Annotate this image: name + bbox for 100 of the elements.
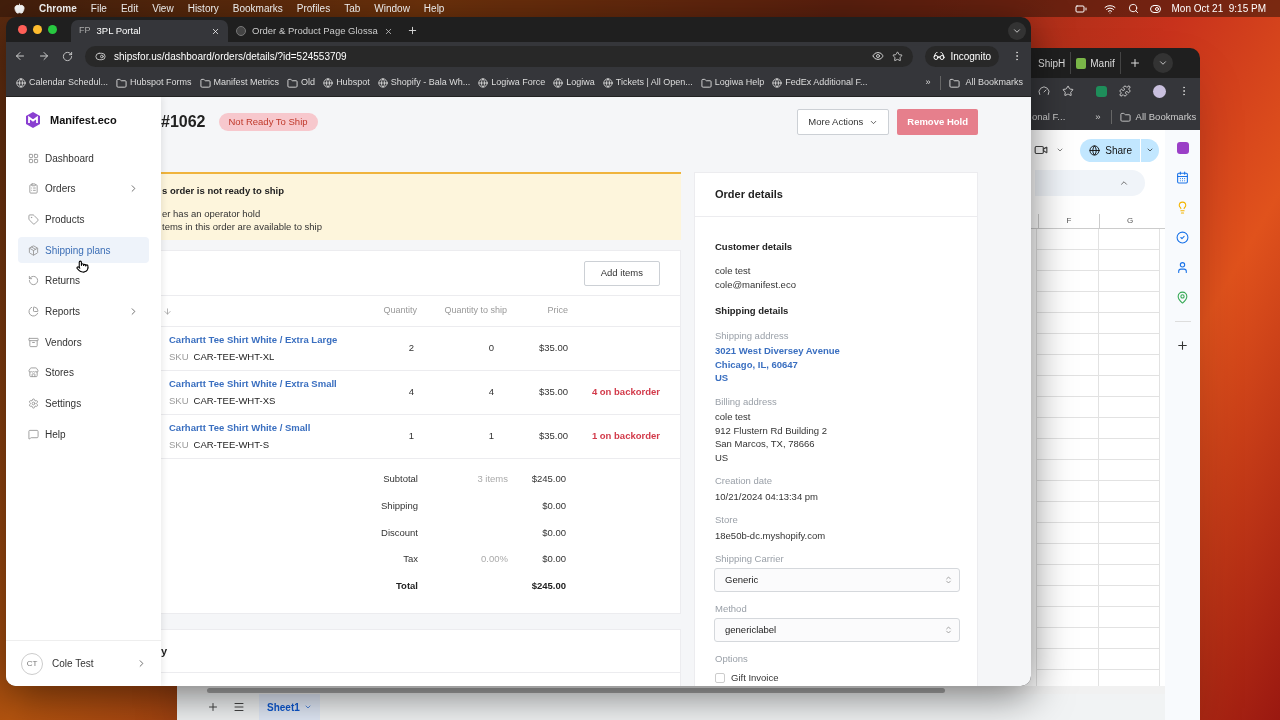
bookmark[interactable]: Shopify - Bala Wh... [377, 76, 471, 90]
field-value: 10/21/2024 04:13:34 pm [715, 489, 818, 503]
control-center-icon[interactable] [1148, 2, 1162, 15]
calendar-icon[interactable] [1176, 171, 1189, 184]
clock[interactable]: Mon Oct 21 9:15 PM [1171, 1, 1266, 16]
brand-name[interactable]: Manifest.eco [50, 111, 117, 129]
video-call-icon[interactable] [1034, 143, 1049, 157]
browser-tab[interactable]: FP 3PL Portal [71, 20, 228, 42]
bookmark[interactable]: Hubspot [323, 76, 370, 90]
contacts-icon[interactable] [1176, 261, 1189, 274]
column-header[interactable]: F [1038, 214, 1099, 228]
apple-icon[interactable] [14, 3, 25, 14]
all-bookmarks[interactable]: All Bookmarks [965, 76, 1023, 90]
gauge-icon[interactable] [1038, 85, 1050, 97]
nav-item[interactable]: Settings [18, 390, 149, 417]
nav-item[interactable]: Vendors [18, 329, 149, 356]
browser-tab[interactable]: ShipH [1033, 52, 1072, 74]
new-tab-icon[interactable] [1128, 57, 1141, 69]
nav-item[interactable]: Shipping plans [18, 237, 149, 264]
add-icon[interactable] [1176, 339, 1189, 352]
menu-app-name[interactable]: Chrome [39, 1, 77, 16]
new-tab-icon[interactable] [406, 25, 418, 36]
menu-item[interactable]: History [187, 1, 219, 16]
share-button[interactable]: Share [1080, 138, 1159, 162]
nav-item[interactable]: Help [18, 421, 149, 448]
menu-icon[interactable] [233, 701, 245, 713]
product-link[interactable]: Carhartt Tee Shirt White / Extra Large [169, 333, 338, 348]
tasks-icon[interactable] [1176, 231, 1189, 244]
add-sheet-icon[interactable] [207, 701, 219, 713]
product-link[interactable]: Carhartt Tee Shirt White / Extra Small [169, 377, 337, 392]
bookmark[interactable]: All Bookmarks [1135, 109, 1197, 125]
user-name[interactable]: Cole Test [52, 656, 127, 671]
bookmark[interactable]: Calendar Schedul... [16, 76, 109, 90]
address-bar[interactable]: shipsfor.us/dashboard/orders/details/?id=524553709 [85, 45, 914, 67]
nav-item[interactable]: Orders [18, 175, 149, 202]
caret-icon[interactable] [1056, 146, 1065, 154]
close-tab-icon[interactable] [211, 26, 220, 36]
menu-item[interactable]: Tab [344, 1, 361, 16]
column-header[interactable]: G [1099, 214, 1160, 228]
bookmark[interactable]: Manifest Metrics [199, 76, 280, 90]
zoom-window-icon[interactable] [48, 25, 57, 34]
bookmark[interactable]: onal F... [1032, 109, 1066, 125]
address-link[interactable]: 3021 West Diversey Avenue [715, 344, 840, 358]
nav-item[interactable]: Dashboard [18, 145, 149, 171]
forward-icon[interactable] [38, 50, 50, 62]
menu-item[interactable]: File [90, 1, 107, 16]
add-items-button[interactable]: Add items [583, 260, 660, 286]
bookmark[interactable]: Logiwa [553, 76, 595, 90]
bookmark[interactable]: Old [287, 76, 316, 90]
menu-item[interactable]: Edit [120, 1, 139, 16]
search-icon[interactable] [1127, 3, 1139, 14]
folder-icon [287, 77, 299, 89]
bookmarks-overflow[interactable]: » [925, 76, 931, 90]
select-field[interactable]: Generic [714, 568, 960, 592]
browser-tab[interactable]: Manif [1071, 52, 1121, 74]
price-cell-text: $35.00 [537, 429, 568, 444]
map-pin-icon[interactable] [1176, 291, 1189, 304]
wifi-icon[interactable] [1103, 2, 1116, 15]
nav-item[interactable]: Reports [18, 298, 149, 325]
sheet-tab[interactable]: Sheet1 [259, 694, 320, 720]
bookmark[interactable]: FedEx Additional F... [772, 76, 868, 90]
battery-icon[interactable] [1073, 2, 1088, 15]
extension-icon[interactable] [1096, 85, 1107, 97]
checkbox-label[interactable]: Gift Invoice [731, 671, 779, 686]
browser-tab[interactable]: Order & Product Page Glossa [228, 20, 401, 42]
extensions-icon[interactable] [1119, 85, 1131, 97]
nav-item[interactable]: Products [18, 206, 149, 233]
bookmark[interactable]: Logiwa Help [700, 76, 765, 90]
nav-item[interactable]: Returns [18, 267, 149, 294]
address-link[interactable]: Chicago, IL, 60647 [715, 357, 798, 371]
close-tab-icon[interactable] [383, 26, 393, 36]
collapse-icon[interactable] [1119, 178, 1129, 188]
column-header: Quantity [382, 304, 417, 318]
select-field[interactable]: genericlabel [714, 618, 960, 642]
bookmarks-overflow[interactable]: » [1095, 109, 1101, 125]
menu-item[interactable]: Bookmarks [232, 1, 283, 16]
bookmark[interactable]: Hubspot Forms [116, 76, 192, 90]
bookmark[interactable]: Logiwa Force [478, 76, 546, 90]
menu-item[interactable]: Window [374, 1, 410, 16]
menu-item[interactable]: View [152, 1, 174, 16]
checkbox[interactable] [715, 673, 725, 684]
incognito-badge[interactable]: Incognito [925, 45, 999, 67]
menu-item[interactable]: Help [423, 1, 445, 16]
close-window-icon[interactable] [18, 25, 27, 34]
address-link[interactable]: US [715, 371, 729, 385]
menu-item[interactable]: Profiles [296, 1, 331, 16]
minimize-window-icon[interactable] [33, 25, 42, 34]
star-icon[interactable] [1062, 85, 1074, 97]
star-icon[interactable] [892, 50, 904, 62]
eye-icon[interactable] [872, 50, 885, 62]
app-logo-icon[interactable] [1176, 142, 1189, 154]
product-link[interactable]: Carhartt Tee Shirt White / Small [169, 421, 311, 436]
total-label: Discount [380, 525, 418, 540]
more-actions-button[interactable]: More Actions [797, 109, 890, 135]
back-icon[interactable] [14, 50, 26, 62]
avatar[interactable] [1153, 84, 1166, 98]
scrollbar[interactable] [207, 687, 945, 693]
bookmark[interactable]: Tickets | All Open... [602, 76, 693, 90]
reload-icon[interactable] [62, 50, 73, 62]
nav-item[interactable]: Stores [18, 359, 149, 386]
